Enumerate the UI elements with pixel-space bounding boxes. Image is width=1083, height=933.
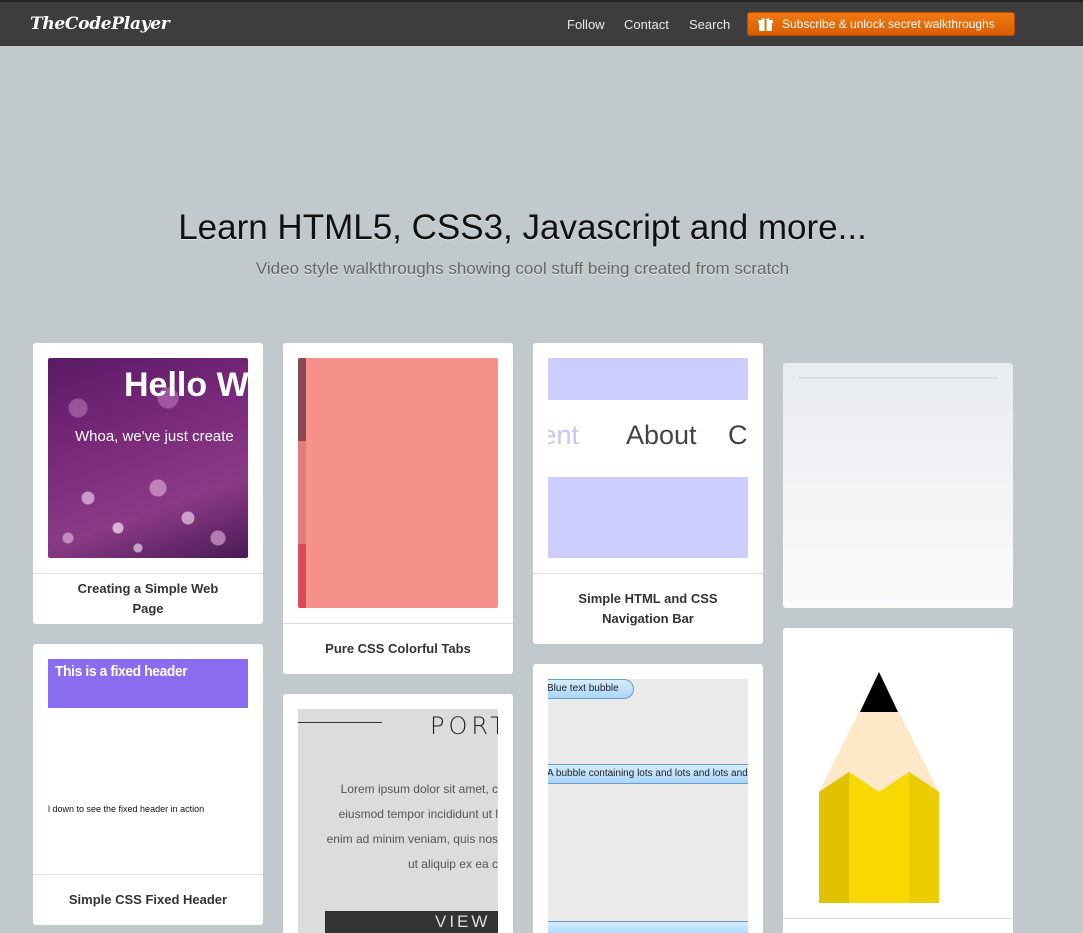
card-thumbnail: Hello Wo Whoa, we've just create — [48, 358, 248, 558]
card-simple-web-page[interactable]: Hello Wo Whoa, we've just create Creatin… — [33, 343, 263, 624]
tab-strip-red — [298, 544, 306, 608]
thumb-fixed-header: This is a fixed header — [48, 659, 248, 708]
site-logo[interactable]: TheCodePlayer — [30, 14, 170, 34]
card-fixed-header[interactable]: This is a fixed header l down to see the… — [33, 644, 263, 925]
thumb-text: l down to see the fixed header in action — [48, 804, 205, 814]
card-title: Creating a Simple Web Page — [33, 573, 263, 624]
thumb-heading: Hello Wo — [124, 366, 248, 404]
nav-band-top — [548, 358, 748, 400]
card-navigation-bar[interactable]: tent About C Simple HTML and CSS Navigat… — [533, 343, 763, 644]
thumb-bubble — [548, 921, 748, 933]
hero-subtitle: Video style walkthroughs showing cool st… — [255, 259, 790, 278]
thumb-text-line: enim ad minim veniam, quis nos — [326, 832, 498, 846]
thumb-text-line: Lorem ipsum dolor sit amet, c — [340, 782, 498, 796]
thumb-header-text: This is a fixed header — [55, 663, 188, 680]
thumb-bubble: A bubble containing lots and lots and lo… — [548, 764, 748, 784]
subscribe-label: Subscribe & unlock secret walkthroughs — [782, 17, 995, 31]
card-pencil[interactable] — [783, 628, 1013, 933]
card-thumbnail: Blue text bubble A bubble containing lot… — [548, 679, 748, 933]
thumb-text: Whoa, we've just create — [75, 428, 234, 445]
top-bar: TheCodePlayer Follow Contact Search Subs… — [0, 0, 1083, 46]
thumb-view-button: VIEW — [325, 911, 498, 933]
hero-title: Learn HTML5, CSS3, Javascript and more..… — [178, 208, 867, 247]
thumb-text-line: eiusmod tempor incididunt ut l — [338, 807, 498, 821]
thumb-view-label: VIEW — [435, 912, 491, 931]
thumb-heading: PORT — [430, 712, 498, 740]
card-gradient[interactable] — [783, 363, 1013, 608]
card-title: Simple CSS Fixed Header — [33, 874, 263, 925]
card-divider — [783, 918, 1013, 919]
card-text-bubbles[interactable]: Blue text bubble A bubble containing lot… — [533, 664, 763, 933]
thumb-nav-item: tent — [548, 420, 580, 450]
thumb-nav-item: About — [626, 420, 697, 450]
card-title: Simple HTML and CSS Navigation Bar — [533, 573, 763, 644]
thumb-divider — [799, 377, 997, 379]
thumb-nav-item: C — [728, 420, 748, 450]
card-thumbnail: tent About C — [548, 358, 748, 558]
nav-band-bottom — [548, 477, 748, 558]
nav-search[interactable]: Search — [689, 17, 730, 32]
card-thumbnail — [298, 358, 498, 608]
card-portfolio[interactable]: PORT Lorem ipsum dolor sit amet, c eiusm… — [283, 694, 513, 933]
thumb-text-line: ut aliquip ex ea c — [407, 857, 498, 871]
thumb-rule — [298, 722, 382, 723]
card-thumbnail: This is a fixed header l down to see the… — [48, 659, 248, 859]
pencil-icon — [819, 672, 939, 903]
nav-follow[interactable]: Follow — [567, 17, 605, 32]
card-title: Pure CSS Colorful Tabs — [283, 623, 513, 674]
tab-strip-mid — [298, 441, 306, 544]
thumb-bubble: Blue text bubble — [548, 679, 634, 699]
subscribe-button[interactable]: Subscribe & unlock secret walkthroughs — [747, 12, 1015, 36]
tab-strip-dark — [298, 358, 306, 441]
gift-icon — [758, 17, 773, 31]
nav-contact[interactable]: Contact — [624, 17, 669, 32]
card-thumbnail: PORT Lorem ipsum dolor sit amet, c eiusm… — [298, 709, 498, 933]
card-colorful-tabs[interactable]: Pure CSS Colorful Tabs — [283, 343, 513, 674]
